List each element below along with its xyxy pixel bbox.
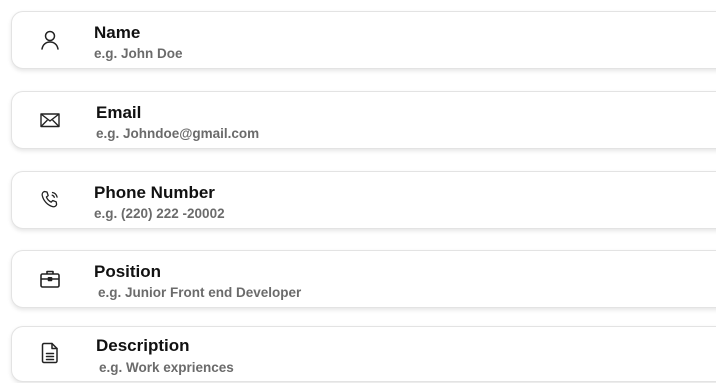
name-field[interactable]: Name e.g. John Doe <box>11 11 716 69</box>
profile-form: Name e.g. John Doe Email e.g. Johndoe@gm… <box>0 0 716 383</box>
person-icon <box>38 28 62 52</box>
description-field[interactable]: Description e.g. Work expriences <box>11 326 716 382</box>
envelope-icon <box>38 108 62 132</box>
position-input[interactable]: e.g. Junior Front end Developer <box>98 285 301 300</box>
email-label: Email <box>96 103 142 122</box>
name-label: Name <box>94 23 141 42</box>
phone-number-field[interactable]: Phone Number e.g. (220) 222 -20002 <box>11 171 716 229</box>
phone-icon <box>38 188 62 212</box>
position-field[interactable]: Position e.g. Junior Front end Developer <box>11 250 716 308</box>
description-label: Description <box>96 336 190 355</box>
phone-number-label: Phone Number <box>94 183 215 202</box>
email-input[interactable]: e.g. Johndoe@gmail.com <box>96 126 259 141</box>
description-input[interactable]: e.g. Work expriences <box>99 360 234 375</box>
document-icon <box>38 341 62 365</box>
position-label: Position <box>94 262 162 281</box>
phone-number-input[interactable]: e.g. (220) 222 -20002 <box>94 206 225 221</box>
email-field[interactable]: Email e.g. Johndoe@gmail.com <box>11 91 716 149</box>
briefcase-icon <box>38 267 62 291</box>
name-input[interactable]: e.g. John Doe <box>94 46 183 61</box>
